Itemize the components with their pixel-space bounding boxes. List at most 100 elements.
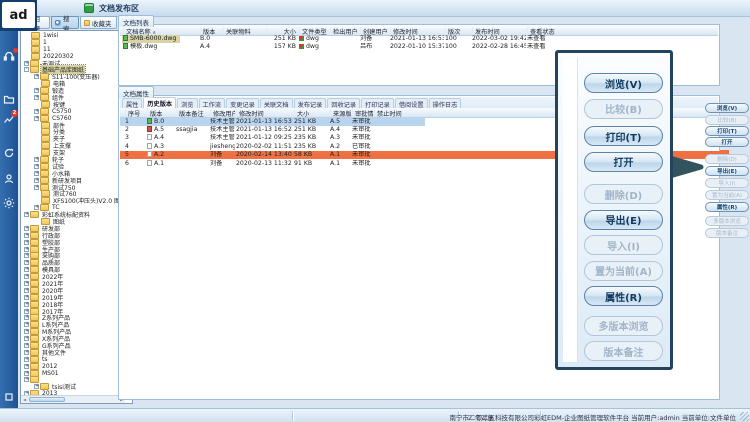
tree-item[interactable]: +X系列产品 <box>22 335 124 342</box>
tree-item[interactable]: +2019年 <box>22 294 124 301</box>
expand-icon[interactable]: + <box>24 260 29 265</box>
tree-item[interactable]: +研发部 <box>22 225 124 232</box>
callout-action-4[interactable]: 打开 <box>584 152 663 172</box>
tree-item[interactable]: +2020年 <box>22 287 124 294</box>
expand-icon[interactable]: + <box>24 274 29 279</box>
tree-item[interactable]: 部件 <box>22 122 124 129</box>
chart-icon[interactable]: 2 <box>3 113 15 125</box>
side-action-2[interactable]: 比较(B) <box>705 115 749 125</box>
tree-item[interactable]: +彩虹系统标配资料 <box>22 211 124 218</box>
scroll-thumb[interactable] <box>29 397 65 402</box>
side-action-10[interactable]: 多版本浏览 <box>705 216 749 226</box>
properties-tab-5[interactable]: 变更记录 <box>226 98 259 108</box>
tree-item[interactable]: +S11-100(变压器) <box>22 73 124 80</box>
tree-item[interactable]: +锻造 <box>22 87 124 94</box>
expand-icon[interactable]: + <box>34 171 39 176</box>
column-header-viewed[interactable]: 查看状态 <box>527 27 567 35</box>
tree-item[interactable]: 11 <box>22 46 124 53</box>
column-header-user[interactable]: 修改用户 <box>210 109 235 117</box>
tree-item[interactable]: 分类 <box>22 128 124 135</box>
expand-icon[interactable]: + <box>24 267 29 272</box>
expand-icon[interactable]: + <box>24 240 29 245</box>
properties-tab-11[interactable]: 操作日志 <box>429 98 462 108</box>
properties-tab-8[interactable]: 回收记录 <box>327 98 360 108</box>
expand-icon[interactable]: + <box>24 329 29 334</box>
tree-item[interactable]: +品质部 <box>22 259 124 266</box>
phone-icon[interactable] <box>3 50 15 62</box>
column-header-ver[interactable]: 版本 <box>200 27 222 35</box>
side-action-11[interactable]: 版本备注 <box>705 228 749 238</box>
expand-icon[interactable]: + <box>24 371 29 376</box>
tree-item[interactable]: +采购部 <box>22 253 124 260</box>
expand-icon[interactable]: + <box>34 178 39 183</box>
callout-action-10[interactable]: 多版本浏览 <box>584 316 663 336</box>
callout-action-3[interactable]: 打印(T) <box>584 126 663 146</box>
side-action-7[interactable]: 导入(I) <box>705 178 749 188</box>
callout-action-6[interactable]: 导出(E) <box>584 210 663 230</box>
side-action-4[interactable]: 打开 <box>705 137 749 147</box>
column-header-status[interactable]: 审批情况 <box>352 109 373 117</box>
tree-item[interactable]: +CS760 <box>22 115 124 122</box>
expand-icon[interactable]: + <box>24 295 29 300</box>
expand-icon[interactable]: + <box>24 281 29 286</box>
tree-item[interactable]: +试验 <box>22 163 124 170</box>
callout-action-8[interactable]: 置为当前(A) <box>584 261 663 281</box>
expand-icon[interactable]: + <box>34 95 39 100</box>
user-icon[interactable] <box>3 173 15 185</box>
properties-tab-7[interactable]: 发布记录 <box>294 98 327 108</box>
expand-icon[interactable]: + <box>24 343 29 348</box>
expand-icon[interactable]: + <box>24 364 29 369</box>
tree-horizontal-scrollbar[interactable]: ◄ ► <box>21 395 125 403</box>
column-header-creator[interactable]: 创建用户 <box>360 27 389 35</box>
column-header-name[interactable]: 文档名称 ∧ <box>123 27 199 35</box>
expand-icon[interactable]: + <box>24 322 29 327</box>
expand-icon[interactable]: + <box>24 226 29 231</box>
sidebar-tab-3[interactable]: 收藏夹 <box>80 16 117 29</box>
side-action-9[interactable]: 属性(R) <box>705 202 749 212</box>
tree-item[interactable]: +塑胶部 <box>22 239 124 246</box>
callout-action-11[interactable]: 版本备注 <box>584 341 663 361</box>
properties-tab-3[interactable]: 浏览 <box>177 98 197 108</box>
tree-item[interactable]: +2018年 <box>22 301 124 308</box>
expand-icon[interactable]: + <box>24 357 29 362</box>
expand-icon[interactable]: + <box>34 88 39 93</box>
properties-tab-1[interactable]: 属性 <box>122 98 142 108</box>
column-header-rev[interactable]: 版次 <box>445 27 469 35</box>
expand-icon[interactable]: + <box>34 157 39 162</box>
tree-item[interactable]: +M系列产品 <box>22 328 124 335</box>
column-header-size[interactable]: 大小 <box>266 27 296 35</box>
tree-item[interactable]: +生产部 <box>22 246 124 253</box>
tree-item[interactable]: 按键 <box>22 101 124 108</box>
tree-item[interactable]: +组件 <box>22 94 124 101</box>
sidebar-tab-2[interactable]: 搜索 <box>51 16 79 29</box>
expand-icon[interactable]: + <box>24 315 29 320</box>
tree-item[interactable]: +ts <box>22 356 124 363</box>
tree-item[interactable]: +2021年 <box>22 280 124 287</box>
expand-icon[interactable]: + <box>24 336 29 341</box>
expand-icon[interactable]: + <box>34 74 39 79</box>
tree-item[interactable]: +L系列产品 <box>22 321 124 328</box>
tree-item[interactable]: +其他文件 <box>22 349 124 356</box>
properties-tab-6[interactable]: 关联文档 <box>260 98 293 108</box>
sync-icon[interactable] <box>3 147 15 159</box>
tree-item[interactable]: +2017年 <box>22 308 124 315</box>
expand-icon[interactable]: + <box>24 233 29 238</box>
column-header-time[interactable]: 修改时间 <box>236 109 292 117</box>
collapse-icon[interactable]: - <box>24 67 29 72</box>
callout-action-1[interactable]: 浏览(V) <box>584 73 663 93</box>
expand-icon[interactable]: + <box>24 302 29 307</box>
gear-icon[interactable] <box>3 197 15 209</box>
column-header-seq[interactable]: 序号 <box>125 109 145 117</box>
side-action-3[interactable]: 打印(T) <box>705 126 749 136</box>
expand-icon[interactable]: + <box>24 309 29 314</box>
scroll-left-icon[interactable]: ◄ <box>21 396 28 403</box>
callout-action-5[interactable]: 删除(D) <box>584 184 663 204</box>
expand-icon[interactable]: + <box>34 384 39 389</box>
expand-icon[interactable]: + <box>34 109 39 114</box>
expand-icon[interactable]: + <box>24 212 29 217</box>
callout-action-7[interactable]: 导入(I) <box>584 235 663 255</box>
expand-icon[interactable]: + <box>24 253 29 258</box>
side-action-6[interactable]: 导出(E) <box>705 166 749 176</box>
properties-tab-2[interactable]: 历史版本 <box>143 97 176 108</box>
expand-icon[interactable]: + <box>24 377 29 382</box>
